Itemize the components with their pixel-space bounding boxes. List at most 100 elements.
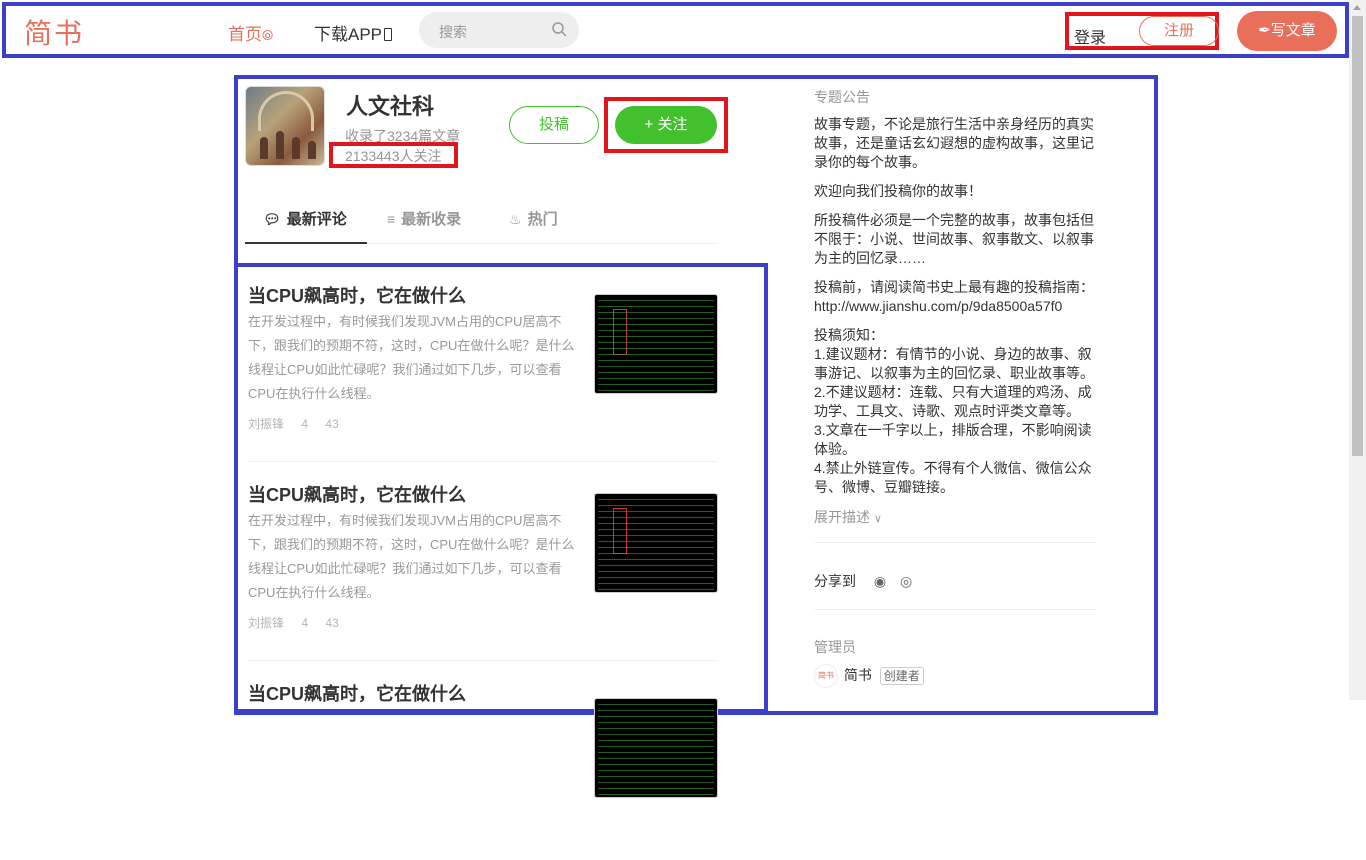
follow-button[interactable]: + 关注 — [615, 106, 717, 144]
wechat-icon[interactable]: ◎ — [900, 573, 912, 589]
article-comment-count[interactable]: 4 — [301, 417, 308, 431]
thumbnail-text-line — [598, 788, 714, 789]
article-author[interactable]: 刘振锋 — [248, 616, 284, 630]
thumbnail-text-line — [598, 517, 714, 518]
avatar-figure — [276, 131, 284, 159]
nav-home-link[interactable]: 首页⦾ — [228, 20, 273, 45]
avatar-arch-shape — [258, 91, 314, 131]
article-meta: 刘振锋 4 43 — [248, 614, 353, 631]
scroll-thumb[interactable] — [1352, 16, 1363, 456]
article-thumbnail[interactable] — [594, 294, 718, 394]
nav-download-app-link[interactable]: 下载APP — [314, 20, 393, 45]
collection-title: 人文社科 — [346, 94, 435, 119]
divider — [814, 542, 1096, 543]
nav-home-label: 首页 — [228, 25, 262, 44]
plus-icon: + — [644, 116, 658, 133]
thumbnail-text-line — [598, 770, 714, 771]
collection-follower-count: 2133443人关注 — [345, 148, 442, 164]
tab-label: 最新评论 — [286, 211, 347, 228]
search-placeholder: 搜索 — [439, 24, 467, 40]
list-item[interactable]: 当CPU飙高时，它在做什么 在开发过程中，有时候我们发现JVM占用的CPU居高不… — [248, 471, 718, 661]
thumbnail-text-line — [598, 782, 714, 783]
comments-icon: 💬︎ — [263, 211, 281, 227]
thumbnail-text-line — [598, 360, 714, 361]
login-link[interactable]: 登录 — [1074, 24, 1106, 48]
search-icon[interactable] — [551, 21, 567, 37]
thumbnail-text-line — [598, 589, 714, 590]
thumbnail-text-line — [598, 583, 714, 584]
share-label: 分享到 — [814, 573, 856, 589]
tab-label: 最新收录 — [401, 211, 462, 228]
list-item[interactable]: 当CPU飙高时，它在做什么 在开发过程中，有时候我们发现JVM占用的CPU居高不… — [248, 272, 718, 462]
collection-avatar[interactable] — [245, 86, 325, 166]
tab-latest-comments[interactable]: 💬︎ 最新评论 — [263, 208, 347, 229]
write-article-button[interactable]: ✒写文章 — [1237, 11, 1337, 51]
thumbnail-text-line — [598, 390, 714, 391]
document-icon: ≡ — [387, 211, 396, 227]
fire-icon: ♨ — [509, 211, 522, 227]
follow-highlight-box: + 关注 — [604, 97, 728, 153]
compass-icon: ⦾ — [262, 27, 274, 43]
article-thumbnail[interactable] — [594, 698, 718, 798]
notice-para: 投稿前，请阅读简书史上最有趣的投稿指南：http://www.jianshu.c… — [814, 279, 1094, 314]
thumbnail-text-line — [598, 547, 714, 548]
thumbnail-text-line — [598, 764, 714, 765]
collection-header: 人文社科 收录了3234篇文章 2133443人关注 投稿 + 关注 💬︎ 最新评… — [238, 79, 772, 260]
top-navbar: 简书 首页⦾ 下载APP 搜索 登录 注册 ✒写文章 — [2, 2, 1349, 58]
thumbnail-text-line — [598, 553, 714, 554]
tab-latest-added[interactable]: ≡ 最新收录 — [387, 208, 461, 229]
notice-label: 专题公告 — [814, 89, 870, 105]
avatar-figure — [308, 141, 316, 159]
article-author[interactable]: 刘振锋 — [248, 417, 284, 431]
signup-button[interactable]: 注册 — [1139, 16, 1219, 46]
write-label: 写文章 — [1270, 22, 1316, 39]
thumbnail-text-line — [598, 324, 714, 325]
thumbnail-text-line — [598, 505, 714, 506]
weibo-icon[interactable]: ◉ — [874, 573, 886, 589]
article-thumbnail[interactable] — [594, 493, 718, 593]
thumbnail-text-line — [598, 354, 714, 355]
article-title[interactable]: 当CPU飙高时，它在做什么 — [248, 680, 466, 706]
thumbnail-text-line — [598, 535, 714, 536]
thumbnail-text-line — [598, 342, 714, 343]
thumbnail-text-line — [598, 710, 714, 711]
notice-para: 所投稿件必须是一个完整的故事，故事包括但不限于：小说、世间故事、叙事散文、以叙事… — [814, 212, 1094, 266]
page-scrollbar[interactable] — [1349, 0, 1366, 700]
article-title[interactable]: 当CPU飙高时，它在做什么 — [248, 282, 466, 308]
notice-para: 故事专题，不论是旅行生活中亲身经历的真实故事，还是童话玄幻遐想的虚构故事，这里记… — [814, 116, 1094, 170]
tab-label: 热门 — [527, 211, 558, 228]
thumbnail-text-line — [598, 704, 714, 705]
article-abstract: 在开发过程中，有时候我们发现JVM占用的CPU居高不下，跟我们的预期不符，这时，… — [248, 314, 575, 401]
pen-icon: ✒ — [1258, 22, 1271, 39]
scroll-up-arrow-icon[interactable] — [1353, 5, 1361, 10]
list-item[interactable]: 当CPU飙高时，它在做什么 — [248, 670, 718, 860]
notice-rule: 3.文章在一千字以上，排版合理，不影响阅读体验。 — [814, 422, 1092, 457]
article-comment-count[interactable]: 4 — [301, 616, 308, 630]
auth-highlight-box: 登录 注册 — [1065, 12, 1219, 50]
expand-description-link[interactable]: 展开描述 ∨ — [814, 507, 882, 527]
thumbnail-text-line — [598, 794, 714, 795]
admin-name[interactable]: 简书 — [844, 667, 872, 683]
jianshu-logo[interactable]: 简书 — [24, 12, 84, 52]
notice-rules-title: 投稿须知： — [814, 327, 884, 343]
thumbnail-text-line — [598, 312, 714, 313]
avatar[interactable]: 简书 — [814, 664, 838, 688]
article-list-highlight: 当CPU飙高时，它在做什么 在开发过程中，有时候我们发现JVM占用的CPU居高不… — [234, 263, 768, 798]
thumbnail-text-line — [598, 348, 714, 349]
thumbnail-text-line — [598, 716, 714, 717]
article-title[interactable]: 当CPU飙高时，它在做什么 — [248, 481, 466, 507]
thumbnail-text-line — [598, 366, 714, 367]
thumbnail-text-line — [598, 378, 714, 379]
avatar-figure — [292, 137, 300, 159]
thumbnail-text-line — [598, 776, 714, 777]
thumbnail-text-line — [598, 565, 714, 566]
thumbnail-text-line — [598, 384, 714, 385]
search-input[interactable]: 搜索 — [419, 12, 579, 48]
tab-hot[interactable]: ♨ 热门 — [509, 208, 558, 229]
notice-rule: 2.不建议题材：连载、只有大道理的鸡汤、成功学、工具文、诗歌、观点时评类文章等。 — [814, 384, 1092, 419]
thumbnail-text-line — [598, 577, 714, 578]
chevron-down-icon: ∨ — [873, 513, 882, 525]
admin-row[interactable]: 简书 简书 创建者 — [814, 664, 924, 688]
thumbnail-text-line — [598, 511, 714, 512]
submit-article-button[interactable]: 投稿 — [509, 106, 599, 144]
